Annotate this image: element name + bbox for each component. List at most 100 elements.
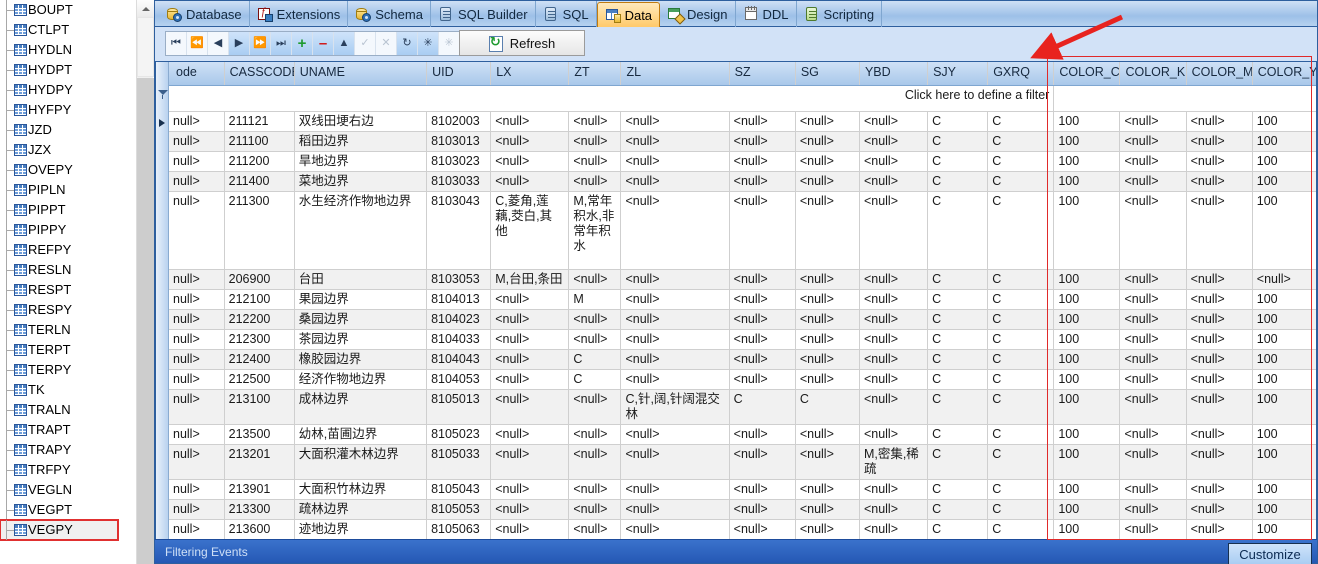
- cell-sz[interactable]: <null>: [729, 369, 795, 389]
- column-header-color_c[interactable]: COLOR_C: [1054, 62, 1120, 85]
- cell-lx[interactable]: <null>: [491, 289, 569, 309]
- cell-zt[interactable]: <null>: [569, 519, 621, 539]
- cell-gxrq[interactable]: C: [988, 499, 1054, 519]
- cell-zl[interactable]: <null>: [621, 499, 729, 519]
- cell-uid[interactable]: 8103033: [427, 171, 491, 191]
- tree-item-vegln[interactable]: VEGLN: [0, 480, 136, 500]
- cell-sjy[interactable]: C: [928, 389, 988, 424]
- cell-lx[interactable]: <null>: [491, 519, 569, 539]
- cell-color_c[interactable]: 100: [1054, 289, 1120, 309]
- cell-zt[interactable]: <null>: [569, 309, 621, 329]
- cell-lx[interactable]: <null>: [491, 171, 569, 191]
- filter-hint-cell[interactable]: Click here to define a filter: [156, 85, 1054, 111]
- cell-zt[interactable]: <null>: [569, 329, 621, 349]
- cell-sz[interactable]: C: [729, 389, 795, 424]
- cell-uname[interactable]: 茶园边界: [294, 329, 426, 349]
- cell-uname[interactable]: 疏林边界: [294, 499, 426, 519]
- cell-color_y[interactable]: 100: [1252, 424, 1317, 444]
- cell-sz[interactable]: <null>: [729, 424, 795, 444]
- cell-lx[interactable]: <null>: [491, 349, 569, 369]
- cell-ybd[interactable]: <null>: [859, 389, 927, 424]
- cell-ybd[interactable]: <null>: [859, 349, 927, 369]
- cell-uid[interactable]: 8105043: [427, 479, 491, 499]
- cell-ybd[interactable]: <null>: [859, 499, 927, 519]
- cell-lx[interactable]: M,台田,条田: [491, 269, 569, 289]
- cell-zl[interactable]: <null>: [621, 444, 729, 479]
- cell-uname[interactable]: 经济作物地边界: [294, 369, 426, 389]
- cell-gxrq[interactable]: C: [988, 369, 1054, 389]
- cell-uid[interactable]: 8103043: [427, 191, 491, 269]
- tree-item-vegpt[interactable]: VEGPT: [0, 500, 136, 520]
- insert-record-button[interactable]: +: [292, 32, 313, 55]
- cell-color_y[interactable]: 100: [1252, 389, 1317, 424]
- cell-uid[interactable]: 8105053: [427, 499, 491, 519]
- cell-zl[interactable]: <null>: [621, 424, 729, 444]
- first-record-button[interactable]: ⏮: [166, 32, 187, 55]
- cell-color_y[interactable]: <null>: [1252, 269, 1317, 289]
- cell-color_m[interactable]: <null>: [1186, 444, 1252, 479]
- cell-uname[interactable]: 大面积灌木林边界: [294, 444, 426, 479]
- cell-color_y[interactable]: 100: [1252, 171, 1317, 191]
- table-row[interactable]: null>211100稻田边界8103013<null><null><null>…: [156, 131, 1317, 151]
- cell-sg[interactable]: <null>: [795, 519, 859, 539]
- tab-database[interactable]: Database: [159, 1, 250, 27]
- cell-sg[interactable]: <null>: [795, 171, 859, 191]
- cell-color_y[interactable]: 100: [1252, 151, 1317, 171]
- cell-uid[interactable]: 8103053: [427, 269, 491, 289]
- cell-color_m[interactable]: <null>: [1186, 329, 1252, 349]
- cell-ybd[interactable]: <null>: [859, 131, 927, 151]
- cell-casscode[interactable]: 211400: [224, 171, 294, 191]
- cell-sjy[interactable]: C: [928, 289, 988, 309]
- tree-item-jzd[interactable]: JZD: [0, 120, 136, 140]
- cell-zl[interactable]: C,针,阔,针阔混交林: [621, 389, 729, 424]
- tree-item-tk[interactable]: TK: [0, 380, 136, 400]
- cell-zl[interactable]: <null>: [621, 349, 729, 369]
- cell-zt[interactable]: <null>: [569, 171, 621, 191]
- table-row[interactable]: null>212400橡胶园边界8104043<null>C<null><nul…: [156, 349, 1317, 369]
- cell-sg[interactable]: <null>: [795, 444, 859, 479]
- cell-sjy[interactable]: C: [928, 424, 988, 444]
- cell-lx[interactable]: <null>: [491, 499, 569, 519]
- cell-casscode[interactable]: 212500: [224, 369, 294, 389]
- cell-sjy[interactable]: C: [928, 309, 988, 329]
- cell-uid[interactable]: 8104053: [427, 369, 491, 389]
- cell-sz[interactable]: <null>: [729, 171, 795, 191]
- cell-uid[interactable]: 8104043: [427, 349, 491, 369]
- cell-color_c[interactable]: 100: [1054, 309, 1120, 329]
- tree-item-refpy[interactable]: REFPY: [0, 240, 136, 260]
- cell-color_k[interactable]: <null>: [1120, 131, 1186, 151]
- clear-filter-button[interactable]: ✳: [418, 32, 439, 55]
- cell-zt[interactable]: <null>: [569, 269, 621, 289]
- tab-extensions[interactable]: Extensions: [250, 1, 349, 27]
- cell-color_c[interactable]: 100: [1054, 329, 1120, 349]
- cell-color_m[interactable]: <null>: [1186, 289, 1252, 309]
- filter-row[interactable]: Click here to define a filter: [156, 85, 1317, 111]
- cell-color_m[interactable]: <null>: [1186, 191, 1252, 269]
- table-row[interactable]: null>213600迹地边界8105063<null><null><null>…: [156, 519, 1317, 539]
- table-row[interactable]: null>213100成林边界8105013<null><null>C,针,阔,…: [156, 389, 1317, 424]
- cell-color_k[interactable]: <null>: [1120, 349, 1186, 369]
- cell-zl[interactable]: <null>: [621, 309, 729, 329]
- cell-color_k[interactable]: <null>: [1120, 151, 1186, 171]
- cell-casscode[interactable]: 211121: [224, 111, 294, 131]
- tree-item-hyfpy[interactable]: HYFPY: [0, 100, 136, 120]
- cell-color_k[interactable]: <null>: [1120, 171, 1186, 191]
- cell-lx[interactable]: <null>: [491, 369, 569, 389]
- cell-color_k[interactable]: <null>: [1120, 329, 1186, 349]
- cell-sjy[interactable]: C: [928, 444, 988, 479]
- cell-lx[interactable]: C,菱角,莲藕,茭白,其他: [491, 191, 569, 269]
- column-header-zl[interactable]: ZL: [621, 62, 729, 85]
- tree-item-boupt[interactable]: BOUPT: [0, 0, 136, 20]
- table-row[interactable]: null>211400菜地边界8103033<null><null><null>…: [156, 171, 1317, 191]
- table-row[interactable]: null>212200桑园边界8104023<null><null><null>…: [156, 309, 1317, 329]
- customize-button[interactable]: Customize: [1228, 543, 1312, 564]
- cell-casscode[interactable]: 213300: [224, 499, 294, 519]
- cell-zt[interactable]: <null>: [569, 499, 621, 519]
- cell-casscode[interactable]: 212100: [224, 289, 294, 309]
- cell-uid[interactable]: 8104033: [427, 329, 491, 349]
- column-header-ybd[interactable]: YBD: [859, 62, 927, 85]
- cell-sg[interactable]: <null>: [795, 111, 859, 131]
- cell-ybd[interactable]: <null>: [859, 369, 927, 389]
- cell-lx[interactable]: <null>: [491, 444, 569, 479]
- cell-uname[interactable]: 成林边界: [294, 389, 426, 424]
